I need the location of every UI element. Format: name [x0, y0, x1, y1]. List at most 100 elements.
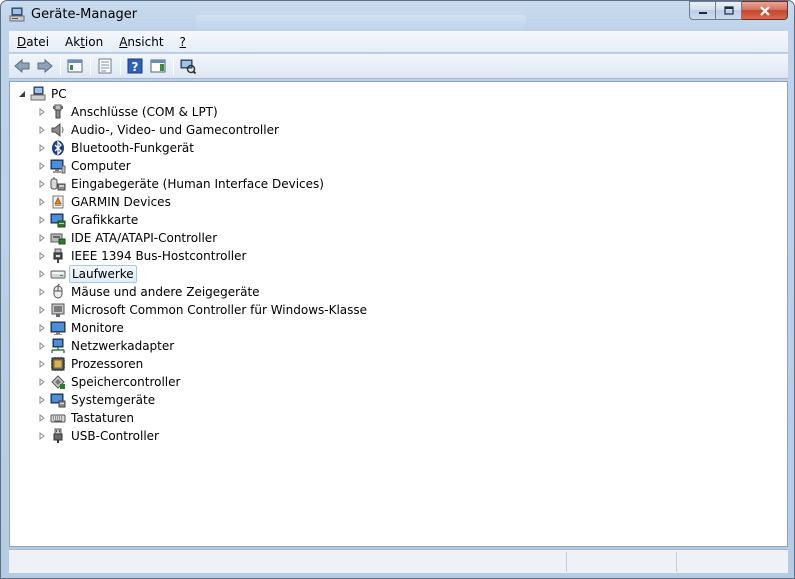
status-bar	[9, 549, 788, 573]
collapse-arrow-icon[interactable]	[18, 85, 26, 103]
expand-arrow-icon[interactable]	[38, 103, 46, 121]
monitor-icon	[50, 320, 66, 336]
tree-item[interactable]: USB-Controller	[38, 427, 161, 445]
device-tree[interactable]: PC Anschlüsse (COM & LPT) Audio-, Video- …	[9, 81, 788, 547]
console-tree-button[interactable]	[64, 56, 86, 76]
tree-item[interactable]: Microsoft Common Controller für Windows-…	[38, 301, 369, 319]
toolbar-separator	[90, 57, 91, 75]
tree-item[interactable]: IDE ATA/ATAPI-Controller	[38, 229, 219, 247]
tree-item[interactable]: Grafikkarte	[38, 211, 140, 229]
ide-controller-icon	[50, 230, 66, 246]
expand-arrow-icon[interactable]	[38, 157, 46, 175]
expand-arrow-icon[interactable]	[38, 319, 46, 337]
tree-root[interactable]: PC	[18, 85, 69, 103]
display-adapter-icon	[50, 212, 66, 228]
tree-item[interactable]: Systemgeräte	[38, 391, 157, 409]
tree-item[interactable]: Audio-, Video- und Gamecontroller	[38, 121, 281, 139]
usb-icon	[50, 428, 66, 444]
tree-item[interactable]: Anschlüsse (COM & LPT)	[38, 103, 220, 121]
tree-item[interactable]: Bluetooth-Funkgerät	[38, 139, 196, 157]
tree-item[interactable]: Monitore	[38, 319, 126, 337]
tree-item[interactable]: Computer	[38, 157, 133, 175]
properties-icon	[98, 58, 112, 74]
expand-arrow-icon[interactable]	[38, 139, 46, 157]
tree-item-label: Anschlüsse (COM & LPT)	[71, 105, 218, 119]
expand-arrow-icon[interactable]	[38, 247, 46, 265]
tree-item-label: IDE ATA/ATAPI-Controller	[71, 231, 218, 245]
expand-arrow-icon[interactable]	[38, 391, 46, 409]
tree-item-label: Systemgeräte	[71, 393, 156, 407]
background-reflection	[196, 15, 526, 27]
console-tree-icon	[67, 59, 83, 73]
tree-item-label: IEEE 1394 Bus-Hostcontroller	[71, 249, 247, 263]
expand-arrow-icon[interactable]	[38, 301, 46, 319]
menu-help[interactable]: ?	[172, 31, 194, 53]
expand-arrow-icon[interactable]	[38, 175, 46, 193]
action-pane-icon	[150, 59, 166, 73]
toolbar: ?	[9, 54, 788, 79]
expand-arrow-icon[interactable]	[38, 337, 46, 355]
tree-item[interactable]: Eingabegeräte (Human Interface Devices)	[38, 175, 326, 193]
expand-arrow-icon[interactable]	[38, 211, 46, 229]
expand-arrow-icon[interactable]	[38, 121, 46, 139]
title-bar[interactable]: Geräte-Manager	[1, 1, 794, 30]
mouse-icon	[50, 283, 66, 300]
expand-arrow-icon[interactable]	[38, 373, 46, 391]
caption-buttons	[689, 1, 788, 20]
close-button[interactable]	[742, 1, 788, 20]
tree-item[interactable]: Mäuse und andere Zeigegeräte	[38, 283, 262, 301]
tree-item-label: USB-Controller	[71, 429, 159, 443]
expand-arrow-icon[interactable]	[38, 283, 46, 301]
expand-arrow-icon[interactable]	[38, 229, 46, 247]
tree-item-label: Microsoft Common Controller für Windows-…	[71, 303, 368, 317]
tree-item-label: Speichercontroller	[71, 375, 181, 389]
device-manager-window: Geräte-Manager Datei Aktion Ansicht ? ? …	[0, 0, 795, 579]
menu-bar: Datei Aktion Ansicht ?	[9, 31, 788, 53]
tree-item-label: Tastaturen	[71, 411, 134, 425]
toolbar-separator	[60, 57, 61, 75]
device-manager-icon	[9, 7, 25, 23]
toolbar-separator	[120, 57, 121, 75]
action-pane-button[interactable]	[147, 56, 169, 76]
svg-text:?: ?	[132, 60, 139, 74]
bluetooth-icon	[50, 140, 66, 156]
expand-arrow-icon[interactable]	[38, 193, 46, 211]
port-icon	[50, 104, 66, 120]
tree-item[interactable]: IEEE 1394 Bus-Hostcontroller	[38, 247, 248, 265]
hid-icon	[50, 176, 66, 192]
tree-item-label: Computer	[71, 159, 131, 173]
minimize-button[interactable]	[689, 1, 716, 20]
computer-icon	[50, 158, 66, 174]
tree-item[interactable]: GARMIN Devices	[38, 193, 173, 211]
window-title: Geräte-Manager	[31, 7, 138, 22]
tree-item[interactable]: Prozessoren	[38, 355, 145, 373]
close-icon	[759, 5, 770, 16]
tree-item[interactable]: Laufwerke	[38, 265, 137, 283]
expand-arrow-icon[interactable]	[38, 265, 46, 283]
tree-item-label: GARMIN Devices	[71, 195, 171, 209]
tree-root-label: PC	[51, 87, 67, 101]
menu-ansicht[interactable]: Ansicht	[111, 31, 171, 53]
expand-arrow-icon[interactable]	[38, 427, 46, 445]
tree-item[interactable]: Netzwerkadapter	[38, 337, 176, 355]
back-button[interactable]	[11, 56, 33, 76]
maximize-button[interactable]	[716, 1, 742, 20]
tree-item-label: Prozessoren	[71, 357, 144, 371]
properties-button[interactable]	[94, 56, 116, 76]
keyboard-icon	[50, 410, 66, 426]
tree-item[interactable]: Speichercontroller	[38, 373, 182, 391]
system-devices-icon	[50, 392, 66, 408]
garmin-icon	[50, 194, 66, 210]
help-button[interactable]: ?	[124, 56, 146, 76]
tree-item[interactable]: Tastaturen	[38, 409, 136, 427]
menu-aktion[interactable]: Aktion	[57, 31, 111, 53]
scan-hardware-button[interactable]	[177, 56, 199, 76]
tree-item-label: Netzwerkadapter	[71, 339, 175, 353]
expand-arrow-icon[interactable]	[38, 355, 46, 373]
forward-button[interactable]	[34, 56, 56, 76]
tree-item-label: Bluetooth-Funkgerät	[71, 141, 194, 155]
pc-icon	[30, 86, 46, 102]
menu-datei[interactable]: Datei	[9, 31, 57, 53]
expand-arrow-icon[interactable]	[38, 409, 46, 427]
scan-hardware-icon	[180, 59, 196, 74]
